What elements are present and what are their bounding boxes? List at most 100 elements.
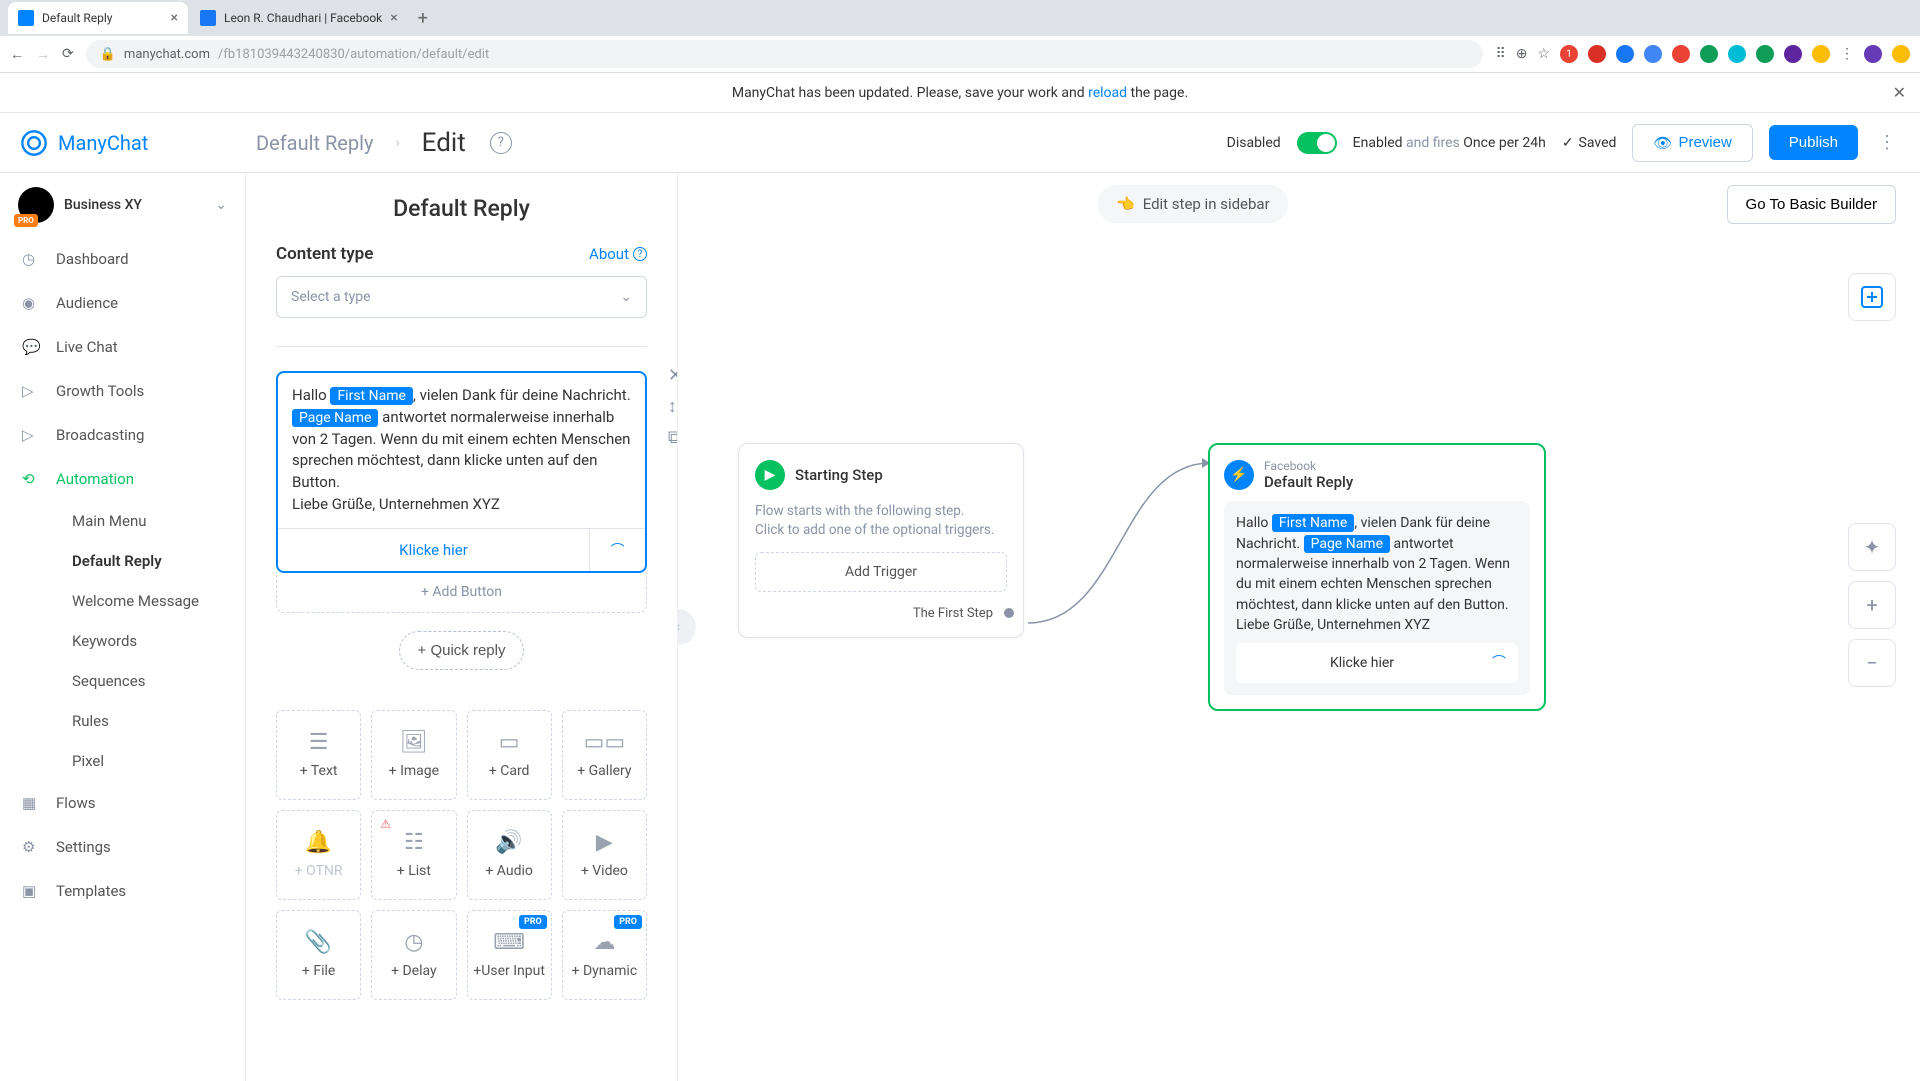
chevron-down-icon: ⌄: [620, 289, 632, 305]
translate-icon[interactable]: ⠿: [1495, 46, 1505, 62]
message-card[interactable]: Hallo First Name, vielen Dank für deine …: [276, 371, 647, 573]
about-link[interactable]: About ?: [589, 245, 647, 263]
extension-icon[interactable]: [1784, 45, 1802, 63]
close-icon[interactable]: ✕: [1893, 83, 1906, 102]
sidebar-subitem-rules[interactable]: Rules: [0, 701, 245, 741]
recenter-button[interactable]: ✦: [1848, 523, 1896, 571]
go-basic-builder-button[interactable]: Go To Basic Builder: [1727, 185, 1896, 224]
flow-canvas[interactable]: ‹ 👈 Edit step in sidebar Go To Basic Bui…: [678, 173, 1920, 1081]
more-menu-icon[interactable]: ⋮: [1874, 132, 1900, 153]
block-tile-gallery[interactable]: ▭▭+ Gallery: [562, 710, 647, 800]
block-tile-audio[interactable]: 🔊+ Audio: [467, 810, 552, 900]
favicon: [200, 10, 216, 26]
content-type-select[interactable]: Select a type ⌄: [276, 276, 647, 318]
extension-icon[interactable]: [1588, 45, 1606, 63]
zoom-out-button[interactable]: −: [1848, 639, 1896, 687]
breadcrumb[interactable]: Default Reply: [256, 131, 373, 155]
zoom-in-button[interactable]: +: [1848, 581, 1896, 629]
logo[interactable]: ManyChat: [20, 129, 240, 157]
block-tile-otnr[interactable]: 🔔+ OTNR: [276, 810, 361, 900]
growth-icon: ▷: [22, 382, 42, 400]
node-button[interactable]: Klicke hier ⌒: [1236, 643, 1518, 683]
warning-icon: ⚠: [380, 817, 391, 831]
desc-line: Click to add one of the optional trigger…: [755, 521, 1007, 540]
node-default-reply[interactable]: ⚡ Facebook Default Reply Hallo First Nam…: [1208, 443, 1546, 711]
star-icon[interactable]: ☆: [1537, 46, 1550, 62]
new-tab-button[interactable]: +: [410, 8, 436, 29]
body-text: Liebe Grüße, Unternehmen XYZ: [1236, 617, 1430, 633]
block-tile-dynamic[interactable]: PRO☁+ Dynamic: [562, 910, 647, 1000]
phone-action-icon[interactable]: ⌒: [589, 529, 645, 571]
url-bar[interactable]: 🔒 manychat.com/fb181039443240830/automat…: [86, 40, 1484, 68]
add-node-button[interactable]: [1848, 273, 1896, 321]
node-starting-step[interactable]: ▶ Starting Step Flow starts with the fol…: [738, 443, 1024, 638]
close-icon[interactable]: ×: [171, 10, 178, 26]
extension-icon[interactable]: [1672, 45, 1690, 63]
edit-step-chip[interactable]: 👈 Edit step in sidebar: [1098, 185, 1288, 223]
extension-icon[interactable]: [1756, 45, 1774, 63]
extension-icon[interactable]: [1892, 45, 1910, 63]
block-tile-userinput[interactable]: PRO⌨+User Input: [467, 910, 552, 1000]
zoom-icon[interactable]: ⊕: [1516, 46, 1528, 62]
block-tile-file[interactable]: 📎+ File: [276, 910, 361, 1000]
sidebar-item-label: Settings: [56, 838, 111, 856]
browser-tab[interactable]: Leon R. Chaudhari | Facebook ×: [190, 2, 408, 34]
sidebar-item-automation[interactable]: ⟲Automation: [0, 457, 245, 501]
extension-icon[interactable]: [1812, 45, 1830, 63]
help-icon[interactable]: ?: [490, 132, 512, 154]
sidebar-item-dashboard[interactable]: ◷Dashboard: [0, 237, 245, 281]
block-tile-text[interactable]: ☰+ Text: [276, 710, 361, 800]
first-step-port[interactable]: The First Step: [755, 606, 1007, 621]
lock-icon: 🔒: [100, 47, 116, 62]
sidebar-subitem-sequences[interactable]: Sequences: [0, 661, 245, 701]
zoom-controls: ✦ + −: [1848, 523, 1896, 687]
reload-link[interactable]: reload: [1088, 85, 1127, 101]
collapse-panel-handle[interactable]: ‹: [678, 609, 696, 645]
sidebar-subitem-welcome[interactable]: Welcome Message: [0, 581, 245, 621]
block-tile-delay[interactable]: ◷+ Delay: [371, 910, 456, 1000]
menu-icon[interactable]: ⋮: [1840, 46, 1854, 62]
variable-chip-pagename[interactable]: Page Name: [292, 409, 378, 427]
sidebar-item-templates[interactable]: ▣Templates: [0, 869, 245, 913]
sidebar-item-flows[interactable]: ▦Flows: [0, 781, 245, 825]
sidebar-subitem-keywords[interactable]: Keywords: [0, 621, 245, 661]
block-tile-video[interactable]: ▶+ Video: [562, 810, 647, 900]
message-text[interactable]: Hallo First Name, vielen Dank für deine …: [278, 373, 645, 528]
variable-chip-firstname[interactable]: First Name: [330, 387, 412, 405]
browser-tab-active[interactable]: Default Reply ×: [8, 2, 188, 34]
block-tile-image[interactable]: 🖼+ Image: [371, 710, 456, 800]
reload-icon[interactable]: ⟳: [62, 46, 74, 62]
duplicate-icon[interactable]: ⧉: [668, 427, 678, 448]
sidebar-item-livechat[interactable]: 💬Live Chat: [0, 325, 245, 369]
extension-icon[interactable]: 1: [1560, 45, 1578, 63]
profile-avatar[interactable]: [1864, 45, 1882, 63]
sidebar-item-settings[interactable]: ⚙Settings: [0, 825, 245, 869]
back-icon[interactable]: ←: [10, 46, 24, 63]
extension-icon[interactable]: [1728, 45, 1746, 63]
sidebar-item-label: Dashboard: [56, 250, 129, 268]
sidebar-item-growth[interactable]: ▷Growth Tools: [0, 369, 245, 413]
extension-icon[interactable]: [1700, 45, 1718, 63]
gallery-icon: ▭▭: [584, 730, 626, 755]
sidebar-item-broadcasting[interactable]: ▷Broadcasting: [0, 413, 245, 457]
preview-button[interactable]: 👁 Preview: [1632, 124, 1752, 162]
add-button-action[interactable]: + Add Button: [276, 572, 647, 613]
close-icon[interactable]: ✕: [668, 365, 678, 386]
forward-icon[interactable]: →: [36, 46, 50, 63]
sidebar-subitem-mainmenu[interactable]: Main Menu: [0, 501, 245, 541]
workspace-selector[interactable]: Business XY ⌄: [0, 173, 245, 237]
block-tile-card[interactable]: ▭+ Card: [467, 710, 552, 800]
extension-icon[interactable]: [1616, 45, 1634, 63]
publish-button[interactable]: Publish: [1769, 125, 1858, 160]
sidebar-subitem-defaultreply[interactable]: Default Reply: [0, 541, 245, 581]
block-tile-list[interactable]: ⚠☷+ List: [371, 810, 456, 900]
message-button[interactable]: Klicke hier: [278, 529, 589, 571]
sidebar-item-audience[interactable]: ◉Audience: [0, 281, 245, 325]
add-trigger-button[interactable]: Add Trigger: [755, 552, 1007, 592]
extension-icon[interactable]: [1644, 45, 1662, 63]
reorder-icon[interactable]: ↕: [668, 396, 678, 417]
add-quick-reply-button[interactable]: + Quick reply: [399, 631, 525, 670]
enable-toggle[interactable]: [1297, 132, 1337, 154]
close-icon[interactable]: ×: [390, 10, 397, 26]
sidebar-subitem-pixel[interactable]: Pixel: [0, 741, 245, 781]
